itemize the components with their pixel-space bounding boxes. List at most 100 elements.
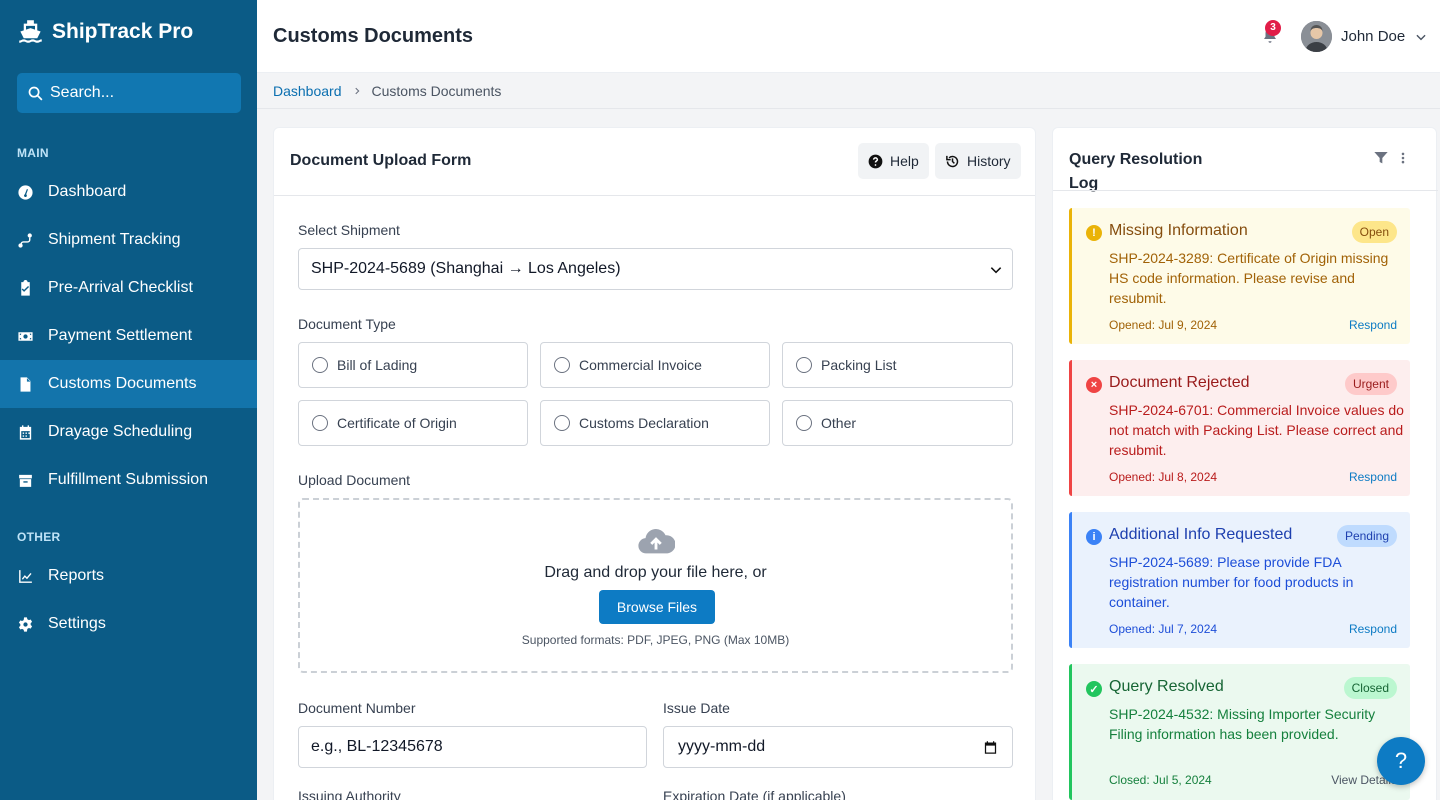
- radio-other[interactable]: Other: [782, 400, 1013, 446]
- issue-date-input[interactable]: yyyy-mm-dd: [663, 726, 1013, 768]
- radio-circle[interactable]: [796, 415, 812, 431]
- radio-label: Bill of Lading: [337, 357, 418, 373]
- query-date: Opened: Jul 9, 2024: [1109, 318, 1218, 332]
- check-circle-icon: ✓: [1086, 681, 1102, 697]
- money-icon: [18, 331, 33, 341]
- card-title: Document Upload Form: [290, 152, 472, 169]
- status-badge: Open: [1351, 221, 1397, 243]
- query-date: Opened: Jul 7, 2024: [1109, 622, 1218, 636]
- user-menu[interactable]: John Doe: [1301, 21, 1428, 52]
- sidebar-item-label: Fulfillment Submission: [48, 471, 209, 488]
- query-date: Opened: Jul 8, 2024: [1109, 470, 1218, 484]
- sidebar-item-payment-settlement[interactable]: Payment Settlement: [0, 312, 257, 360]
- filter-icon[interactable]: [1373, 150, 1389, 166]
- issue-date-placeholder: yyyy-mm-dd: [678, 738, 766, 755]
- radio-customs-declaration[interactable]: Customs Declaration: [540, 400, 770, 446]
- radio-packing-list[interactable]: Packing List: [782, 342, 1013, 388]
- sidebar-item-label: Pre-Arrival Checklist: [48, 279, 193, 296]
- brand[interactable]: ShipTrack Pro: [17, 18, 193, 45]
- status-badge: Pending: [1336, 525, 1397, 547]
- sidebar-item-customs-documents[interactable]: Customs Documents: [0, 360, 257, 408]
- breadcrumb: Dashboard Customs Documents: [273, 83, 501, 99]
- radio-bill-of-lading[interactable]: Bill of Lading: [298, 342, 528, 388]
- sidebar-item-label: Drayage Scheduling: [48, 423, 193, 440]
- sidebar-item-reports[interactable]: Reports: [0, 552, 257, 600]
- sidebar: ShipTrack Pro MAIN Dashboard Shipment Tr…: [0, 0, 257, 800]
- radio-circle[interactable]: [312, 415, 328, 431]
- more-vertical-icon[interactable]: [1396, 150, 1410, 166]
- question-circle-icon: [868, 154, 883, 168]
- section-label-main: MAIN: [17, 146, 49, 160]
- radio-label: Other: [821, 415, 857, 431]
- query-item-additional-info-requested[interactable]: i Additional Info Requested Pending SHP-…: [1069, 512, 1410, 648]
- shipment-value: SHP-2024-5689 (Shanghai → Los Angeles): [311, 260, 621, 277]
- sidebar-item-pre-arrival-checklist[interactable]: Pre-Arrival Checklist: [0, 264, 257, 312]
- issue-date-label: Issue Date: [663, 700, 730, 716]
- status-badge: Urgent: [1344, 373, 1397, 395]
- x-circle-icon: ×: [1086, 377, 1102, 393]
- gauge-icon: [18, 184, 33, 200]
- sidebar-item-label: Payment Settlement: [48, 327, 193, 344]
- query-title: Missing Information: [1109, 222, 1248, 239]
- expiration-label: Expiration Date (if applicable): [663, 788, 846, 800]
- radio-commercial-invoice[interactable]: Commercial Invoice: [540, 342, 770, 388]
- search-input[interactable]: [50, 84, 230, 102]
- upload-label: Upload Document: [298, 472, 411, 488]
- search-icon: [28, 86, 43, 100]
- help-label: Help: [890, 153, 919, 169]
- radio-circle[interactable]: [312, 357, 328, 373]
- topbar: Customs Documents 3 John Doe: [257, 0, 1440, 73]
- alert-circle-icon: !: [1086, 225, 1102, 241]
- sidebar-item-dashboard[interactable]: Dashboard: [0, 168, 257, 216]
- breadcrumb-home[interactable]: Dashboard: [273, 83, 342, 99]
- calendar-icon: [19, 424, 32, 440]
- notification-badge: 3: [1265, 20, 1281, 36]
- status-badge: Closed: [1343, 677, 1397, 699]
- divider: [1053, 190, 1438, 191]
- respond-link[interactable]: Respond: [1349, 622, 1397, 636]
- radio-circle[interactable]: [554, 357, 570, 373]
- shipment-select[interactable]: SHP-2024-5689 (Shanghai → Los Angeles): [298, 248, 1013, 290]
- radio-circle[interactable]: [796, 357, 812, 373]
- query-item-missing-information[interactable]: ! Missing Information Open SHP-2024-3289…: [1069, 208, 1410, 344]
- query-item-query-resolved[interactable]: ✓ Query Resolved Closed SHP-2024-4532: M…: [1069, 664, 1410, 800]
- sidebar-item-label: Customs Documents: [48, 375, 197, 392]
- query-title: Document Rejected: [1109, 374, 1250, 391]
- calendar-icon[interactable]: [983, 740, 998, 755]
- file-dropzone[interactable]: Drag and drop your file here, or Browse …: [298, 498, 1013, 673]
- radio-label: Packing List: [821, 357, 897, 373]
- formats-text: Supported formats: PDF, JPEG, PNG (Max 1…: [521, 633, 790, 647]
- search-box[interactable]: [17, 73, 241, 113]
- cloud-upload-icon: [638, 529, 675, 554]
- query-item-document-rejected[interactable]: × Document Rejected Urgent SHP-2024-6701…: [1069, 360, 1410, 496]
- respond-link[interactable]: Respond: [1349, 318, 1397, 332]
- brand-name: ShipTrack Pro: [52, 19, 194, 43]
- history-button[interactable]: History: [935, 143, 1021, 179]
- query-log-title: Query Resolution Log: [1069, 151, 1203, 192]
- browse-files-button[interactable]: Browse Files: [599, 590, 715, 624]
- respond-link[interactable]: Respond: [1349, 470, 1397, 484]
- query-text: SHP-2024-3289: Certificate of Origin mis…: [1109, 250, 1389, 306]
- ship-icon: [19, 20, 42, 43]
- sidebar-item-label: Shipment Tracking: [48, 231, 181, 248]
- history-label: History: [967, 153, 1011, 169]
- avatar: [1301, 21, 1332, 52]
- help-fab-button[interactable]: ?: [1377, 737, 1425, 785]
- sidebar-item-drayage-scheduling[interactable]: Drayage Scheduling: [0, 408, 257, 456]
- doc-number-input[interactable]: e.g., BL-12345678: [298, 726, 647, 768]
- sidebar-item-fulfillment-submission[interactable]: Fulfillment Submission: [0, 456, 257, 504]
- chevron-down-icon: [1416, 34, 1426, 40]
- sidebar-item-shipment-tracking[interactable]: Shipment Tracking: [0, 216, 257, 264]
- query-text: SHP-2024-6701: Commercial Invoice values…: [1109, 402, 1404, 458]
- chevron-right-icon: [354, 87, 359, 95]
- radio-label: Certificate of Origin: [337, 415, 457, 431]
- radio-circle[interactable]: [554, 415, 570, 431]
- radio-certificate-of-origin[interactable]: Certificate of Origin: [298, 400, 528, 446]
- divider: [257, 108, 1440, 109]
- route-icon: [18, 232, 32, 248]
- help-button[interactable]: Help: [858, 143, 929, 179]
- history-icon: [946, 155, 959, 167]
- chevron-down-icon: [990, 267, 1002, 274]
- sidebar-item-settings[interactable]: Settings: [0, 600, 257, 648]
- radio-label: Customs Declaration: [579, 415, 709, 431]
